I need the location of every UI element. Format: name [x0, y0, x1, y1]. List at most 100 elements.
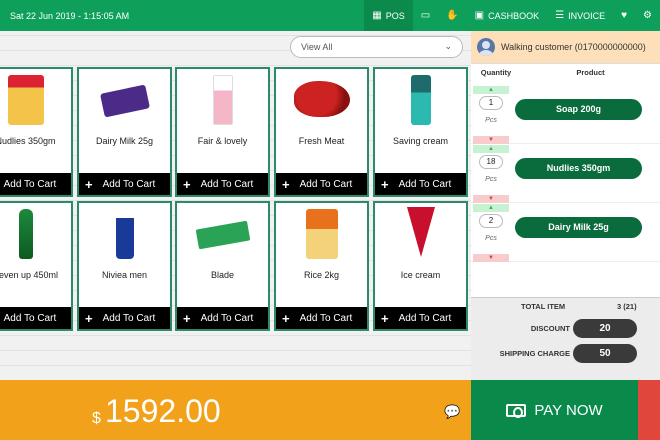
- discount-label: DISCOUNT: [530, 324, 570, 333]
- increase-qty-button[interactable]: ▲: [473, 204, 509, 212]
- cart-summary: TOTAL ITEM 3 (21) DISCOUNT 20 SHIPPING C…: [471, 297, 660, 380]
- decrease-qty-button[interactable]: ▼: [473, 254, 509, 262]
- grand-total-bar: $ 1592.00 💬: [0, 380, 471, 440]
- customer-selector[interactable]: Walking customer (0170000000000): [471, 31, 660, 64]
- add-to-cart-button[interactable]: + Add To Cart: [177, 307, 268, 329]
- cart-product-name[interactable]: Soap 200g: [515, 99, 642, 120]
- nav-settings[interactable]: ⚙: [635, 0, 660, 31]
- product-header: Product: [576, 68, 605, 77]
- nav-invoice-label: INVOICE: [568, 10, 606, 21]
- book-icon: ▣: [474, 9, 485, 21]
- quantity-stepper: ▲ 2 Pcs ▼: [473, 204, 509, 262]
- plus-icon: +: [183, 176, 191, 192]
- nav-favorites[interactable]: ♥: [613, 0, 635, 31]
- add-to-cart-label: Add To Cart: [200, 178, 254, 190]
- add-to-cart-button[interactable]: +Add To Cart: [79, 173, 170, 195]
- decrease-qty-button[interactable]: ▼: [473, 136, 509, 144]
- nav-cashbook[interactable]: ▣ CASHBOOK: [467, 0, 547, 31]
- product-image: [293, 81, 350, 117]
- cart-row: ▲ 1 Pcs ▼ Soap 200g: [471, 86, 660, 144]
- nav-hand[interactable]: ✋: [438, 0, 466, 31]
- plus-icon: +: [381, 176, 389, 192]
- product-card[interactable]: Fresh Meat + Add To Cart: [274, 67, 369, 197]
- add-to-cart-button[interactable]: + Add To Cart: [79, 307, 170, 329]
- add-to-cart-button[interactable]: +Add To Cart: [375, 307, 466, 329]
- product-card[interactable]: Blade + Add To Cart: [175, 201, 270, 331]
- product-name: Fair & lovely: [197, 136, 248, 146]
- product-name: Niviea men: [101, 270, 148, 280]
- qty-value[interactable]: 2: [479, 214, 503, 228]
- add-to-cart-button[interactable]: +Add To Cart: [276, 307, 367, 329]
- product-image: [195, 220, 250, 250]
- heart-icon: ♥: [621, 9, 628, 21]
- cart-row: ▲ 18 Pcs ▼ Nudlies 350gm: [471, 145, 660, 203]
- pay-now-button[interactable]: PAY NOW: [471, 380, 638, 440]
- comment-icon[interactable]: 💬: [444, 404, 460, 420]
- add-to-cart-button[interactable]: + Add To Cart: [276, 173, 367, 195]
- discount-row: DISCOUNT 20: [471, 319, 660, 339]
- product-card[interactable]: Ice cream + Add To Cart: [373, 201, 468, 331]
- cancel-button[interactable]: [638, 380, 660, 440]
- product-card[interactable]: Dairy Milk 25g + Add To Cart: [77, 67, 172, 197]
- product-image: [305, 209, 338, 259]
- product-name: Dairy Milk 25g: [95, 136, 153, 146]
- increase-qty-button[interactable]: ▲: [473, 145, 509, 153]
- category-filter-value: View All: [301, 42, 333, 52]
- product-name: Saving cream: [392, 136, 449, 146]
- pay-now-label: PAY NOW: [534, 401, 603, 419]
- add-to-cart-button[interactable]: +Add To Cart: [375, 173, 466, 195]
- card-icon: ▭: [420, 9, 431, 21]
- cart-product-name[interactable]: Nudlies 350gm: [515, 158, 642, 179]
- cart-product-name[interactable]: Dairy Milk 25g: [515, 217, 642, 238]
- product-image: [7, 75, 44, 125]
- category-filter-select[interactable]: View All ⌄: [290, 36, 463, 58]
- qty-value[interactable]: 18: [479, 155, 503, 169]
- add-to-cart-button[interactable]: +Add To Cart: [0, 307, 71, 329]
- product-card[interactable]: Niviea men + Add To Cart: [77, 201, 172, 331]
- qty-unit: Pcs: [485, 235, 497, 242]
- qty-unit: Pcs: [485, 176, 497, 183]
- nav-card[interactable]: ▭: [413, 0, 438, 31]
- top-bar: Sat 22 Jun 2019 - 1:15:05 AM ▦ POS ▭ ✋ ▣…: [0, 0, 660, 31]
- quantity-stepper: ▲ 18 Pcs ▼: [473, 145, 509, 203]
- product-card[interactable]: Nudlies 350gm +Add To Cart: [0, 67, 73, 197]
- cart-table-header: Quantity Product: [471, 68, 660, 82]
- discount-input[interactable]: 20: [573, 319, 637, 338]
- product-card[interactable]: Fair & lovely + Add To Cart: [175, 67, 270, 197]
- add-to-cart-button[interactable]: +Add To Cart: [0, 173, 71, 195]
- qty-value[interactable]: 1: [479, 96, 503, 110]
- shipping-input[interactable]: 50: [573, 344, 637, 363]
- nav-invoice[interactable]: ☰ INVOICE: [547, 0, 613, 31]
- product-card[interactable]: Seven up 450ml +Add To Cart: [0, 201, 73, 331]
- plus-icon: +: [282, 176, 290, 192]
- total-item-value: 3 (21): [617, 302, 637, 311]
- plus-icon: +: [282, 310, 290, 326]
- add-to-cart-label: Add To Cart: [200, 312, 254, 324]
- increase-qty-button[interactable]: ▲: [473, 86, 509, 94]
- add-to-cart-label: Add To Cart: [102, 312, 156, 324]
- product-card[interactable]: Saving cream + Add To Cart: [373, 67, 468, 197]
- hand-icon: ✋: [446, 9, 459, 21]
- nav-cashbook-label: CASHBOOK: [488, 10, 540, 21]
- decrease-qty-button[interactable]: ▼: [473, 195, 509, 203]
- plus-icon: +: [381, 310, 389, 326]
- plus-icon: +: [183, 310, 191, 326]
- add-to-cart-button[interactable]: + Add To Cart: [177, 173, 268, 195]
- calculator-icon: ▦: [372, 9, 382, 21]
- shipping-label: SHIPPING CHARGE: [499, 349, 570, 358]
- product-image: [115, 209, 134, 259]
- cart-row: ▲ 2 Pcs ▼ Dairy Milk 25g: [471, 204, 660, 262]
- nav-pos[interactable]: ▦ POS: [364, 0, 413, 31]
- product-card[interactable]: Rice 2kg + Add To Cart: [274, 201, 369, 331]
- product-image: [212, 75, 233, 125]
- plus-icon: +: [85, 310, 93, 326]
- product-image: [406, 207, 435, 257]
- quantity-header: Quantity: [480, 68, 512, 77]
- add-to-cart-label: Add To Cart: [299, 178, 353, 190]
- user-avatar-icon: [477, 38, 495, 56]
- grand-total-amount: 1592.00: [105, 393, 221, 429]
- plus-icon: +: [85, 176, 93, 192]
- product-image: [99, 84, 150, 118]
- product-name: Seven up 450ml: [0, 270, 59, 280]
- chevron-down-icon: ⌄: [444, 41, 452, 51]
